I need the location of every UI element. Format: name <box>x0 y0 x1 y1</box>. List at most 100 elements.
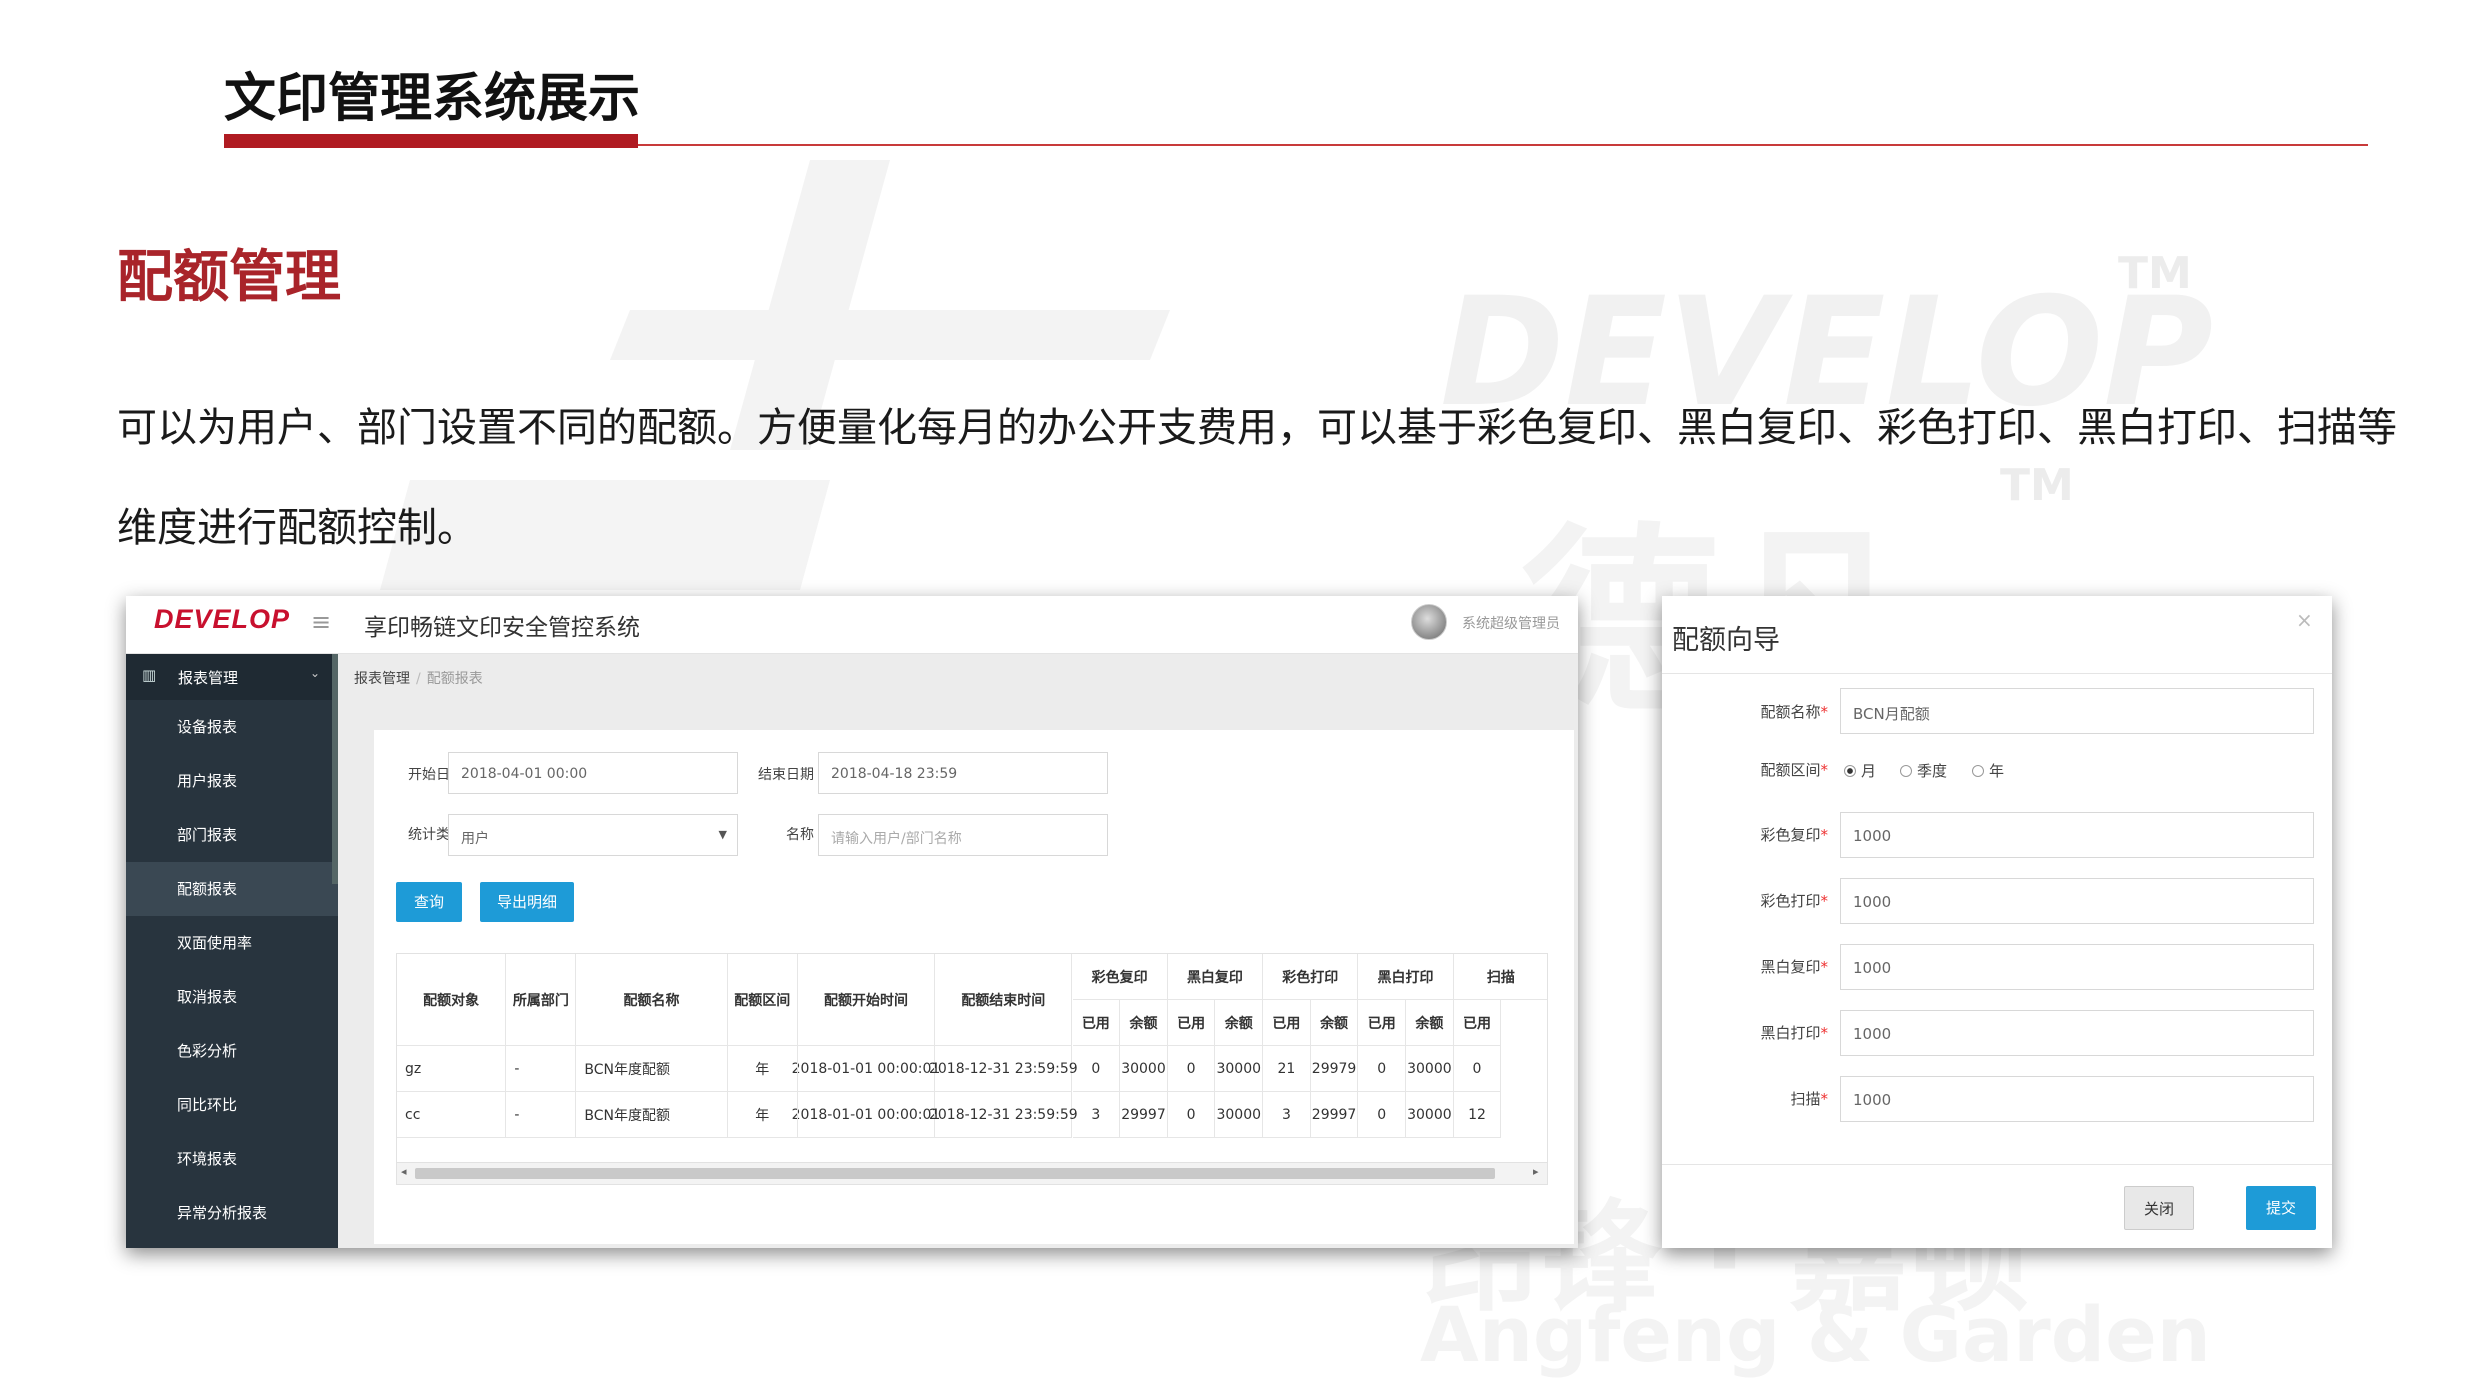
stat-type-select[interactable]: 用户 ▼ <box>448 814 738 856</box>
sidebar-item[interactable]: 部门报表 <box>126 808 338 862</box>
table-cell: 3 <box>1072 1092 1121 1138</box>
title-underline-accent <box>224 134 638 148</box>
section-title: 配额管理 <box>117 245 341 310</box>
sidebar-item-label: 部门报表 <box>177 826 238 844</box>
sidebar-item-label: 同比环比 <box>177 1096 238 1114</box>
sidebar-item[interactable]: 异常分析报表 <box>126 1186 338 1240</box>
sidebar-item-label: 异常分析报表 <box>177 1204 268 1222</box>
table-cell: 年 <box>727 1046 798 1092</box>
period-radio-year[interactable]: 年 <box>1972 760 2004 781</box>
column-subheader: 余额 <box>1406 1000 1454 1046</box>
menu-toggle-icon[interactable]: ≡ <box>311 608 331 636</box>
period-radio-quarter[interactable]: 季度 <box>1900 760 1947 781</box>
color-copy-label: 彩色复印* <box>1760 826 1828 844</box>
name-input[interactable]: 请输入用户/部门名称 <box>818 814 1108 856</box>
user-name[interactable]: 系统超级管理员 <box>1462 613 1560 633</box>
sidebar-item-label: 双面使用率 <box>177 934 253 952</box>
table-cell: 30000 <box>1406 1046 1454 1092</box>
table-cell: 12 <box>1453 1092 1502 1138</box>
table-cell: 0 <box>1358 1092 1407 1138</box>
table-horizontal-scrollbar[interactable]: ◂ ▸ <box>397 1162 1547 1184</box>
main-content: 报表管理 / 配额报表 开始日期 2018-04-01 00:00 结束日期 201… <box>338 654 1578 1248</box>
table-cell: 30000 <box>1215 1046 1264 1092</box>
column-group-header: 黑白打印 <box>1358 954 1454 1000</box>
sidebar-item[interactable]: 色彩分析 <box>126 1024 338 1078</box>
sidebar-item[interactable]: 用户报表 <box>126 754 338 808</box>
chevron-down-icon: ⌄ <box>310 666 321 680</box>
scroll-right-icon[interactable]: ▸ <box>1533 1165 1539 1178</box>
close-icon[interactable]: × <box>2296 608 2313 632</box>
table-cell: 29979 <box>1310 1046 1359 1092</box>
column-group-header: 彩色复印 <box>1072 954 1168 1000</box>
column-subheader: 已用 <box>1453 1000 1502 1046</box>
period-radio-month[interactable]: 月 <box>1844 760 1876 781</box>
sidebar-group-reports[interactable]: ▥ 报表管理 ⌄ <box>126 654 338 700</box>
sidebar-item[interactable]: 双面使用率 <box>126 916 338 970</box>
color-copy-input[interactable]: 1000 <box>1840 812 2314 858</box>
color-print-input[interactable]: 1000 <box>1840 878 2314 924</box>
table-cell: cc <box>397 1092 507 1138</box>
breadcrumb: 报表管理 / 配额报表 <box>354 668 483 688</box>
column-group-header: 扫描 <box>1453 954 1547 1000</box>
scroll-left-icon[interactable]: ◂ <box>401 1165 407 1178</box>
table-cell: 2018-01-01 00:00:01 <box>792 1092 940 1138</box>
table-cell: 30000 <box>1215 1092 1264 1138</box>
breadcrumb-separator: / <box>416 671 421 687</box>
sidebar-item[interactable]: 同比环比 <box>126 1078 338 1132</box>
column-subheader: 已用 <box>1358 1000 1407 1046</box>
app-window: DEVELOP ≡ 享印畅链文印安全管控系统 系统超级管理员 ▥ 报表管理 ⌄ … <box>126 596 1578 1248</box>
end-date-input[interactable]: 2018-04-18 23:59 <box>818 752 1108 794</box>
table-cell: BCN年度配额 <box>576 1092 728 1138</box>
query-button[interactable]: 查询 <box>396 882 462 922</box>
dialog-header: 配额向导 × <box>1662 596 2332 674</box>
develop-logo[interactable]: DEVELOP <box>154 604 290 635</box>
table-cell: - <box>506 1092 577 1138</box>
scan-input[interactable]: 1000 <box>1840 1076 2314 1122</box>
quota-report-table: 12 30000 0 29997 3 30000 0 29997 3 2018-12-31 23:… <box>396 953 1548 1185</box>
sidebar-group-label: 报表管理 <box>178 669 239 687</box>
sidebar-item[interactable]: 取消报表 <box>126 970 338 1024</box>
color-print-label: 彩色打印* <box>1760 892 1828 910</box>
description-text: 可以为用户、部门设置不同的配额。方便量化每月的办公开支费用，可以基于彩色复印、黑… <box>117 405 2397 551</box>
table-cell: 3 <box>1263 1092 1311 1138</box>
table-cell: 0 <box>1167 1046 1216 1092</box>
table-cell: 2018-01-01 00:00:01 <box>792 1046 940 1092</box>
bw-copy-label: 黑白复印* <box>1760 958 1828 976</box>
page-title: 文印管理系统展示 <box>224 69 641 129</box>
breadcrumb-parent[interactable]: 报表管理 <box>354 671 410 687</box>
app-header: DEVELOP ≡ 享印畅链文印安全管控系统 系统超级管理员 <box>126 596 1578 654</box>
quota-wizard-dialog: 配额向导 × 配额名称* BCN月配额 配额区间* 月 季度 年 彩色复印* 1… <box>1662 596 2332 1248</box>
column-subheader: 余额 <box>1120 1000 1168 1046</box>
bw-copy-input[interactable]: 1000 <box>1840 944 2314 990</box>
table-cell: 年 <box>727 1092 798 1138</box>
sidebar-item-label: 环境报表 <box>177 1150 238 1168</box>
table-cell: 0 <box>1358 1046 1407 1092</box>
sidebar-item[interactable]: 设备报表 <box>126 700 338 754</box>
dialog-footer-divider <box>1662 1164 2332 1165</box>
bw-print-input[interactable]: 1000 <box>1840 1010 2314 1056</box>
column-group-header: 黑白复印 <box>1167 954 1264 1000</box>
table-cell: 30000 <box>1406 1092 1454 1138</box>
sidebar-item[interactable]: 配额报表 <box>126 862 338 916</box>
column-header: 配额开始时间 <box>797 954 936 1046</box>
table-cell: 0 <box>1072 1046 1121 1092</box>
avatar[interactable] <box>1411 604 1447 640</box>
table-cell: BCN年度配额 <box>576 1046 728 1092</box>
start-date-input[interactable]: 2018-04-01 00:00 <box>448 752 738 794</box>
table-cell: 0 <box>1453 1046 1502 1092</box>
scrollbar-thumb[interactable] <box>415 1168 1495 1179</box>
column-subheader: 余额 <box>1310 1000 1359 1046</box>
close-button[interactable]: 关闭 <box>2124 1186 2194 1230</box>
name-label: 名称 <box>786 827 814 843</box>
table-cell: 29997 <box>1310 1092 1359 1138</box>
quota-name-input[interactable]: BCN月配额 <box>1840 688 2314 734</box>
export-detail-button[interactable]: 导出明细 <box>480 882 574 922</box>
submit-button[interactable]: 提交 <box>2246 1186 2316 1230</box>
bw-print-label: 黑白打印* <box>1760 1024 1828 1042</box>
table-cell: 30000 <box>1120 1046 1168 1092</box>
column-header: 配额名称 <box>576 954 728 1046</box>
column-subheader: 已用 <box>1263 1000 1311 1046</box>
sidebar-item[interactable]: 环境报表 <box>126 1132 338 1186</box>
column-header: 所属部门 <box>506 954 577 1046</box>
sidebar-item-label: 取消报表 <box>177 988 238 1006</box>
